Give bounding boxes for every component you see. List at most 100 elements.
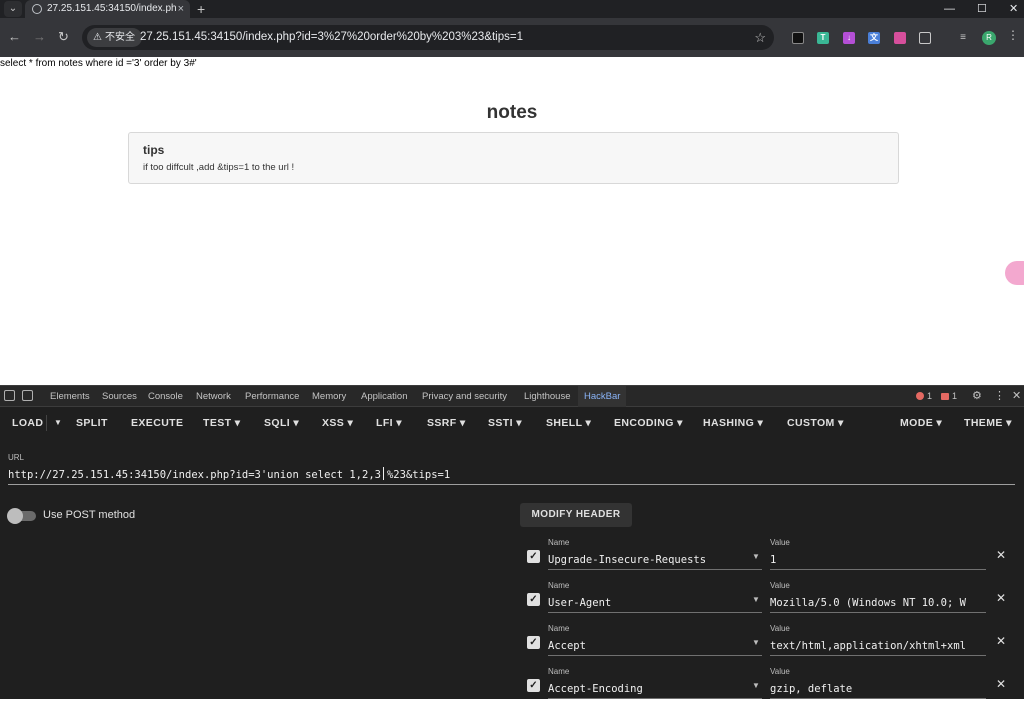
chevron-down-icon[interactable]: ▼ [752, 681, 760, 690]
devtools-tab-lighthouse[interactable]: Lighthouse [524, 386, 570, 407]
address-url[interactable]: 27.25.151.45:34150/index.php?id=3%27%20o… [140, 25, 523, 50]
sqli-menu[interactable]: SQLI ▾ [264, 407, 299, 439]
new-tab-button[interactable]: + [197, 0, 205, 18]
theme-label: THEME [964, 417, 1003, 429]
sqli-label: SQLI [264, 417, 291, 429]
issue-count-badge[interactable]: 1 [941, 386, 957, 407]
header-enabled-checkbox[interactable]: ✓ [527, 636, 540, 649]
header-value-label: Value [770, 538, 790, 547]
media-control-icon[interactable]: ≡ [957, 32, 969, 44]
remove-header-close-icon[interactable]: ✕ [996, 591, 1006, 605]
mode-menu[interactable]: MODE ▾ [900, 407, 942, 439]
devtools-tab-network[interactable]: Network [196, 386, 231, 407]
remove-header-close-icon[interactable]: ✕ [996, 634, 1006, 648]
lfi-menu[interactable]: LFI ▾ [376, 407, 402, 439]
header-row: ✓ Name Upgrade-Insecure-Requests ▼ Value… [526, 538, 1016, 581]
security-label: 不安全 [105, 32, 135, 43]
security-chip[interactable]: ⚠ 不安全 [87, 28, 142, 47]
page-title: notes [486, 102, 538, 123]
header-name-input[interactable]: Accept-Encoding [548, 679, 762, 699]
browser-menu-icon[interactable]: ⋮ [1007, 28, 1019, 42]
devtools-settings-gear-icon[interactable]: ⚙ [972, 386, 982, 407]
devtools-tab-application[interactable]: Application [361, 386, 407, 407]
lfi-label: LFI [376, 417, 393, 429]
chevron-down-icon[interactable]: ▼ [752, 552, 760, 561]
warning-icon: ⚠ [93, 32, 102, 43]
shell-menu[interactable]: SHELL ▾ [546, 407, 591, 439]
maximize-button[interactable]: ☐ [977, 0, 987, 18]
globe-icon [32, 4, 42, 14]
header-name-input[interactable]: User-Agent [548, 593, 762, 613]
test-menu[interactable]: TEST ▾ [203, 407, 240, 439]
ssrf-menu[interactable]: SSRF ▾ [427, 407, 466, 439]
post-method-toggle-knob[interactable] [7, 508, 23, 524]
chevron-down-icon[interactable]: ▼ [752, 638, 760, 647]
encoding-label: ENCODING [614, 417, 674, 429]
extension-icon-1[interactable] [792, 32, 804, 44]
theme-menu[interactable]: THEME ▾ [964, 407, 1012, 439]
encoding-menu[interactable]: ENCODING ▾ [614, 407, 683, 439]
xss-label: XSS [322, 417, 345, 429]
header-name-label: Name [548, 581, 570, 590]
header-enabled-checkbox[interactable]: ✓ [527, 550, 540, 563]
devtools-menu-icon[interactable]: ⋮ [994, 386, 1005, 407]
ssti-menu[interactable]: SSTI ▾ [488, 407, 522, 439]
back-arrow-icon[interactable]: ← [8, 29, 21, 45]
minimize-button[interactable]: — [944, 0, 955, 18]
devtools-close-icon[interactable]: ✕ [1012, 386, 1021, 407]
devtools-tab-memory[interactable]: Memory [312, 386, 346, 407]
devtools-tab-console[interactable]: Console [148, 386, 183, 407]
header-enabled-checkbox[interactable]: ✓ [527, 679, 540, 692]
url-value-after-caret: %23&tips=1 [386, 469, 451, 481]
shell-label: SHELL [546, 417, 583, 429]
tips-card: tips if too diffcult ,add &tips=1 to the… [128, 132, 899, 184]
header-value-input[interactable]: 1 [770, 550, 986, 570]
xss-menu[interactable]: XSS ▾ [322, 407, 353, 439]
chevron-down-icon[interactable]: ▼ [752, 595, 760, 604]
floating-assistant-button[interactable] [1005, 261, 1024, 285]
hashing-menu[interactable]: HASHING ▾ [703, 407, 763, 439]
load-button[interactable]: LOAD [12, 407, 43, 439]
ssti-label: SSTI [488, 417, 513, 429]
extension-icon-5[interactable] [894, 32, 906, 44]
devtools-tab-elements[interactable]: Elements [50, 386, 90, 407]
extension-icon-2[interactable]: T [817, 32, 829, 44]
window-close-button[interactable]: ✕ [1009, 0, 1018, 18]
browser-tab[interactable]: 27.25.151.45:34150/index.ph × [25, 0, 190, 18]
devtools-tab-hackbar[interactable]: HackBar [578, 386, 627, 409]
custom-label: CUSTOM [787, 417, 835, 429]
execute-button[interactable]: EXECUTE [131, 407, 183, 439]
profile-avatar[interactable]: R [982, 31, 996, 45]
issue-count: 1 [952, 391, 958, 401]
header-name-input[interactable]: Upgrade-Insecure-Requests [548, 550, 762, 570]
header-value-input[interactable]: gzip, deflate [770, 679, 986, 699]
split-button[interactable]: SPLIT [76, 407, 108, 439]
header-value-input[interactable]: text/html,application/xhtml+xml [770, 636, 986, 656]
devtools-tab-sources[interactable]: Sources [102, 386, 137, 407]
remove-header-close-icon[interactable]: ✕ [996, 677, 1006, 691]
extension-download-icon[interactable]: ↓ [843, 32, 855, 44]
bookmark-star-icon[interactable]: ☆ [754, 25, 766, 50]
inspect-element-icon[interactable] [4, 390, 15, 401]
forward-arrow-icon[interactable]: → [33, 29, 46, 45]
tab-close-icon[interactable]: × [178, 0, 184, 18]
header-enabled-checkbox[interactable]: ✓ [527, 593, 540, 606]
tab-search-button[interactable]: ⌄ [4, 1, 22, 17]
address-bar[interactable]: ⚠ 不安全 27.25.151.45:34150/index.php?id=3%… [82, 25, 774, 50]
device-toolbar-icon[interactable] [22, 390, 33, 401]
modify-header-button[interactable]: MODIFY HEADER [520, 503, 632, 527]
load-dropdown-icon[interactable]: ▼ [54, 407, 62, 439]
header-value-input[interactable]: Mozilla/5.0 (Windows NT 10.0; W [770, 593, 986, 613]
url-field-label: URL [8, 453, 25, 462]
extension-translate-icon[interactable]: 文 [868, 32, 880, 44]
header-row: ✓ Name Accept-Encoding ▼ Value gzip, def… [526, 667, 1016, 710]
extensions-puzzle-icon[interactable] [919, 32, 931, 44]
error-count-badge[interactable]: 1 [916, 386, 932, 407]
url-input[interactable]: http://27.25.151.45:34150/index.php?id=3… [8, 465, 1015, 485]
reload-icon[interactable]: ↻ [58, 29, 69, 45]
header-name-input[interactable]: Accept [548, 636, 762, 656]
devtools-tab-performance[interactable]: Performance [245, 386, 299, 407]
devtools-tab-privacy[interactable]: Privacy and security [422, 386, 507, 407]
custom-menu[interactable]: CUSTOM ▾ [787, 407, 844, 439]
remove-header-close-icon[interactable]: ✕ [996, 548, 1006, 562]
